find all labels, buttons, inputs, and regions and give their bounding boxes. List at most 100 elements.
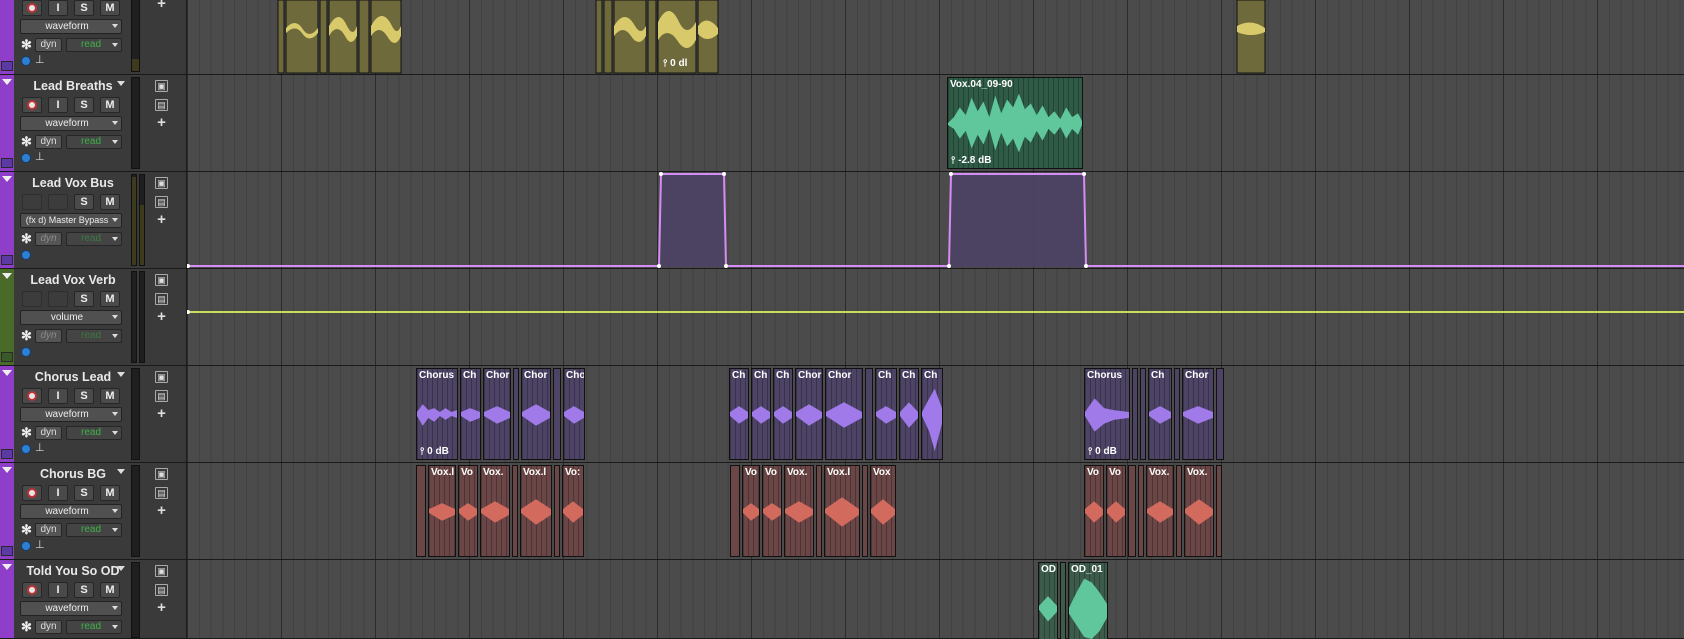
automation-mode-selector[interactable]: read (66, 620, 122, 634)
audio-clip[interactable]: Vo (742, 465, 760, 557)
audio-clip[interactable]: Ch (1148, 368, 1172, 460)
solo-button[interactable]: S (74, 97, 94, 113)
track-view-selector[interactable]: waveform (20, 116, 122, 131)
expand-triangle-icon[interactable] (2, 467, 12, 473)
mute-button[interactable]: M (100, 291, 120, 307)
track-color-strip[interactable] (0, 172, 14, 268)
record-enable-button[interactable] (22, 485, 42, 501)
audio-clip[interactable]: Vo (762, 465, 782, 557)
track-lane[interactable]: ⫯ 0 dl (187, 0, 1684, 74)
audio-clip[interactable]: Cho (563, 368, 585, 460)
solo-button[interactable]: S (74, 582, 94, 598)
audio-clip[interactable] (865, 368, 873, 460)
dyn-button[interactable]: dyn (35, 135, 62, 149)
track-view-selector[interactable]: volume (20, 310, 122, 325)
audio-clip[interactable] (553, 368, 561, 460)
track-output-icon[interactable]: ▣ (155, 371, 168, 383)
record-enable-button[interactable] (22, 0, 42, 16)
mute-button[interactable]: M (100, 194, 120, 210)
solo-button[interactable]: S (74, 0, 94, 16)
elastic-icon[interactable]: ✻ (21, 523, 32, 536)
audio-clip[interactable] (1216, 368, 1224, 460)
chevron-down-icon[interactable] (117, 81, 125, 86)
track-output-icon[interactable]: ▣ (155, 177, 168, 189)
track-output-icon[interactable]: ▣ (155, 80, 168, 92)
voice-icon[interactable] (21, 541, 31, 551)
solo-button[interactable]: S (74, 485, 94, 501)
playlist-icon[interactable]: ▤ (155, 196, 168, 208)
track-name[interactable]: Told You So OD (20, 564, 126, 579)
timebase-icon[interactable]: ⊥ (35, 442, 45, 454)
audio-clip[interactable] (416, 465, 426, 557)
elastic-icon[interactable]: ✻ (21, 38, 32, 51)
expand-triangle-icon[interactable] (2, 564, 12, 570)
dyn-button[interactable]: dyn (35, 426, 62, 440)
automation-mode-selector[interactable]: read (66, 135, 122, 149)
expand-triangle-icon[interactable] (2, 79, 12, 85)
elastic-icon[interactable]: ✻ (21, 329, 32, 342)
audio-clip[interactable]: Ch (899, 368, 919, 460)
playlist-icon[interactable]: ▤ (155, 390, 168, 402)
track-view-selector[interactable]: (fx d) Master Bypass (20, 213, 122, 228)
timebase-icon[interactable]: ⊥ (35, 151, 45, 163)
chevron-down-icon[interactable] (117, 566, 125, 571)
add-lane-icon[interactable]: + (155, 212, 168, 227)
record-enable-button[interactable] (22, 97, 42, 113)
audio-clip[interactable]: Vox. (1184, 465, 1214, 557)
track-lane[interactable] (187, 269, 1684, 365)
track-view-selector[interactable]: waveform (20, 407, 122, 422)
solo-button[interactable]: S (74, 194, 94, 210)
automation-breakpoint[interactable] (187, 310, 190, 314)
voice-icon[interactable] (21, 153, 31, 163)
chevron-down-icon[interactable] (117, 469, 125, 474)
track-color-strip[interactable] (0, 560, 14, 638)
automation-line[interactable] (187, 173, 1684, 267)
track-lane[interactable]: Vox.l Vo Vox. Vox.l Vo: Vo Vo Vox. Vox.l… (187, 463, 1684, 559)
solo-button[interactable]: S (74, 291, 94, 307)
audio-clip[interactable]: Vox.l (428, 465, 456, 557)
audio-clip[interactable] (512, 465, 518, 557)
elastic-icon[interactable]: ✻ (21, 620, 32, 633)
expand-triangle-icon[interactable] (2, 176, 12, 182)
track-color-strip[interactable] (0, 463, 14, 559)
track-output-icon[interactable]: ▣ (155, 565, 168, 577)
audio-clip[interactable]: Ch (921, 368, 943, 460)
solo-button[interactable]: S (74, 388, 94, 404)
voice-icon[interactable] (21, 347, 31, 357)
audio-clip[interactable] (1236, 0, 1266, 74)
add-lane-icon[interactable]: + (155, 406, 168, 421)
elastic-icon[interactable]: ✻ (21, 135, 32, 148)
automation-mode-selector[interactable]: read (66, 426, 122, 440)
add-lane-icon[interactable]: + (155, 600, 168, 615)
audio-clip[interactable] (862, 465, 868, 557)
audio-clip[interactable]: Vox.l (824, 465, 860, 557)
track-view-selector[interactable]: waveform (20, 19, 122, 34)
audio-clip[interactable]: Vox. (1146, 465, 1174, 557)
audio-clip[interactable] (1128, 465, 1136, 557)
voice-icon[interactable] (21, 250, 31, 260)
timebase-icon[interactable]: ⊥ (35, 539, 45, 551)
timebase-icon[interactable]: ⊥ (35, 54, 45, 66)
input-monitor-button[interactable]: I (48, 582, 68, 598)
audio-clip[interactable]: Vo (1106, 465, 1126, 557)
mute-button[interactable]: M (100, 97, 120, 113)
audio-clip[interactable]: Ch (729, 368, 749, 460)
track-view-selector[interactable]: waveform (20, 504, 122, 519)
audio-clip[interactable]: OD (1038, 562, 1058, 639)
audio-clip[interactable]: Ch (460, 368, 481, 460)
add-lane-icon[interactable]: + (155, 503, 168, 518)
audio-clip[interactable] (1060, 562, 1066, 639)
input-monitor-button[interactable]: I (48, 388, 68, 404)
track-output-icon[interactable]: ▣ (155, 468, 168, 480)
input-monitor-button[interactable]: I (48, 97, 68, 113)
playlist-icon[interactable]: ▤ (155, 584, 168, 596)
voice-icon[interactable] (21, 56, 31, 66)
record-enable-button[interactable] (22, 582, 42, 598)
audio-clip[interactable]: Vox. (784, 465, 814, 557)
elastic-icon[interactable]: ✻ (21, 426, 32, 439)
expand-triangle-icon[interactable] (2, 273, 12, 279)
audio-clip[interactable]: Chor (795, 368, 823, 460)
expand-triangle-icon[interactable] (2, 370, 12, 376)
audio-clip[interactable]: Chorus ⫯ 0 dB (1084, 368, 1130, 460)
add-lane-icon[interactable]: + (155, 309, 168, 324)
